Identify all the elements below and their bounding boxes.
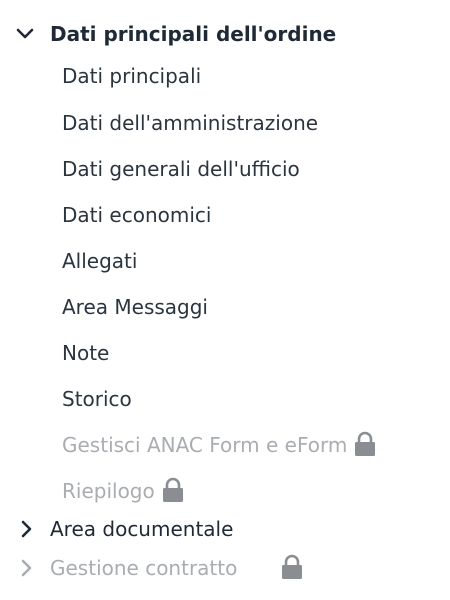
nav-item-note[interactable]: Note <box>62 338 109 368</box>
nav-item-dati-principali[interactable]: Dati principali <box>62 61 201 91</box>
section-dati-principali-ordine[interactable]: Dati principali dell'ordine <box>0 18 450 50</box>
nav-item-storico[interactable]: Storico <box>62 384 132 414</box>
nav-item-label: Area Messaggi <box>62 295 208 319</box>
nav-item-label: Dati dell'amministrazione <box>62 111 319 135</box>
nav-item-area-messaggi[interactable]: Area Messaggi <box>62 292 208 322</box>
lock-icon <box>161 477 185 503</box>
chevron-down-icon <box>16 25 34 43</box>
chevron-right-icon <box>18 520 36 538</box>
nav-item-label: Gestisci ANAC Form e eForm <box>62 433 348 457</box>
section-label: Gestione contratto <box>50 556 238 580</box>
nav-item-label: Riepilogo <box>62 479 155 503</box>
nav-item-riepilogo: Riepilogo <box>62 476 185 506</box>
section-gestione-contratto: Gestione contratto <box>0 552 450 584</box>
nav-item-gestisci-anac-form: Gestisci ANAC Form e eForm <box>62 430 377 460</box>
section-label: Area documentale <box>50 517 234 541</box>
nav-item-label: Storico <box>62 387 132 411</box>
nav-item-dati-generali-ufficio[interactable]: Dati generali dell'ufficio <box>62 154 300 184</box>
chevron-right-icon <box>18 559 36 577</box>
lock-icon <box>280 554 304 580</box>
nav-item-dati-amministrazione[interactable]: Dati dell'amministrazione <box>62 108 318 138</box>
nav-item-dati-economici[interactable]: Dati economici <box>62 200 211 230</box>
order-navigation-tree: Dati principali dell'ordine Dati princip… <box>0 0 450 600</box>
nav-item-label: Allegati <box>62 249 138 273</box>
nav-item-allegati[interactable]: Allegati <box>62 246 137 276</box>
nav-item-label: Dati generali dell'ufficio <box>62 157 300 181</box>
nav-item-label: Dati economici <box>62 203 212 227</box>
section-label: Dati principali dell'ordine <box>50 22 337 46</box>
nav-item-label: Dati principali <box>62 64 202 88</box>
nav-item-label: Note <box>62 341 110 365</box>
section-area-documentale[interactable]: Area documentale <box>0 513 450 545</box>
lock-icon <box>353 431 377 457</box>
